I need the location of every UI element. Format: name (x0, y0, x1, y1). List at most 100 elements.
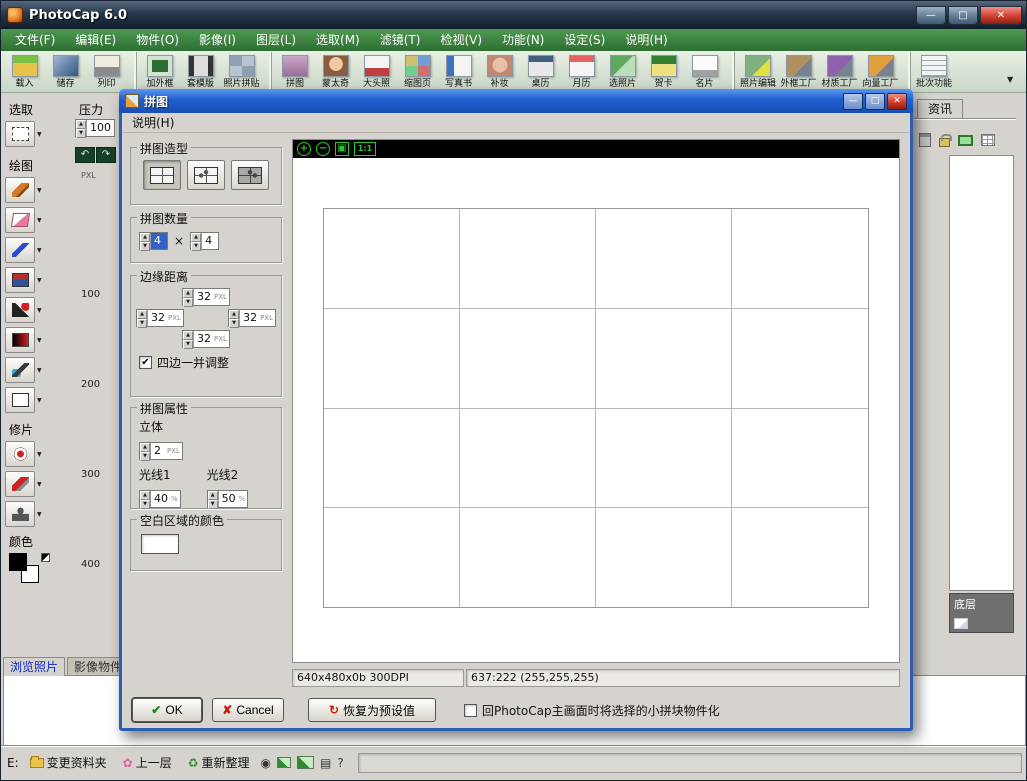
cutout-tool-button[interactable] (5, 501, 35, 527)
toolbar-item[interactable]: 写真书 (438, 52, 479, 89)
style-jigsaw-button[interactable] (187, 160, 225, 190)
spinner-up-icon[interactable]: ▲ (208, 491, 218, 500)
spinner-down-icon[interactable]: ▼ (183, 298, 193, 307)
toolbar-item[interactable]: 加外框 (136, 52, 180, 89)
toolbar-item[interactable]: 批次功能 (910, 52, 954, 89)
dialog-menu-help[interactable]: 说明(H) (128, 114, 178, 131)
edge-top-value[interactable]: 32 (194, 289, 214, 305)
object-list-panel[interactable] (949, 155, 1014, 591)
columns-spinner-arrows[interactable]: ▲▼ (140, 233, 151, 249)
cutout-dropdown-icon[interactable]: ▼ (37, 511, 42, 518)
light1-value[interactable]: 40 (151, 491, 171, 507)
pressure-spinner[interactable]: ▲▼ 100 (75, 119, 115, 137)
menubar-item[interactable]: 说明(H) (615, 29, 677, 51)
objectify-row[interactable]: 回PhotoCap主画面时将选择的小拼块物件化 (464, 702, 720, 719)
layers-grid-icon[interactable] (981, 134, 995, 146)
help-icon[interactable]: ? (337, 757, 343, 769)
edge-top-spinner[interactable]: ▲▼ 32 PXL (182, 288, 230, 306)
spinner-down-icon[interactable]: ▼ (191, 242, 201, 251)
objectify-checkbox[interactable] (464, 704, 477, 717)
stamp-tool-button[interactable] (5, 267, 35, 293)
rows-value[interactable]: 4 (202, 233, 218, 249)
edge-right-value[interactable]: 32 (240, 310, 260, 326)
menubar-item[interactable]: 物件(O) (126, 29, 189, 51)
edge-right-spinner[interactable]: ▲▼ 32 PXL (228, 309, 276, 327)
style-knob-button[interactable] (231, 160, 269, 190)
refresh-button[interactable]: ♻ 重新整理 (183, 751, 255, 774)
marquee-dropdown-icon[interactable]: ▼ (37, 131, 42, 138)
edge-bottom-value[interactable]: 32 (194, 331, 214, 347)
toolbar-item[interactable]: 缩图页 (397, 52, 438, 89)
spinner-up-icon[interactable]: ▲ (191, 233, 201, 242)
minimize-button[interactable]: — (916, 6, 946, 25)
ok-button[interactable]: ✔ OK (132, 698, 202, 722)
monitor-icon[interactable] (958, 135, 973, 146)
dialog-maximize-button[interactable]: □ (865, 93, 885, 110)
spinner-down-icon[interactable]: ▼ (140, 452, 150, 461)
marquee-tool[interactable]: ▼ (5, 121, 42, 147)
spinner-up-icon[interactable]: ▲ (76, 120, 86, 129)
redeye-dropdown-icon[interactable]: ▼ (37, 451, 42, 458)
maximize-button[interactable]: □ (948, 6, 978, 25)
eyedropper-dropdown-icon[interactable]: ▼ (37, 367, 42, 374)
menubar-item[interactable]: 编辑(E) (65, 29, 126, 51)
light1-arrows[interactable]: ▲▼ (140, 491, 151, 507)
thumbnail-small-icon[interactable] (277, 757, 291, 768)
brush-tool-button[interactable] (5, 177, 35, 203)
rows-spinner-arrows[interactable]: ▲▼ (191, 233, 202, 249)
spinner-down-icon[interactable]: ▼ (76, 129, 86, 138)
bottom-layer-item[interactable]: 底层 (949, 593, 1014, 633)
thumbnail-large-icon[interactable] (297, 756, 314, 769)
eraser-tool-button[interactable] (5, 207, 35, 233)
stamp-dropdown-icon[interactable]: ▼ (37, 277, 42, 284)
menubar-item[interactable]: 选取(M) (306, 29, 370, 51)
brush-dropdown-icon[interactable]: ▼ (37, 187, 42, 194)
cancel-button[interactable]: ✘ Cancel (212, 698, 284, 722)
shape-tool-button[interactable] (5, 387, 35, 413)
columns-spinner[interactable]: ▲▼ 4 (139, 232, 168, 250)
tab-browse-photos[interactable]: 浏览照片 (3, 657, 65, 676)
toolbar-item[interactable]: 选照片 (602, 52, 643, 89)
toolbar-item[interactable]: 列印 (86, 52, 127, 89)
spinner-down-icon[interactable]: ▼ (229, 319, 239, 328)
reset-defaults-button[interactable]: ↻ 恢复为预设值 (308, 698, 436, 722)
pen-dropdown-icon[interactable]: ▼ (37, 247, 42, 254)
pressure-value[interactable]: 100 (87, 120, 114, 136)
edge-right-arrows[interactable]: ▲▼ (229, 310, 240, 326)
default-colors-icon[interactable] (41, 553, 50, 562)
rows-spinner[interactable]: ▲▼ 4 (190, 232, 219, 250)
close-button[interactable]: ✕ (980, 6, 1022, 25)
dialog-minimize-button[interactable]: — (843, 93, 863, 110)
edge-left-value[interactable]: 32 (148, 310, 168, 326)
eye-icon[interactable]: ◉ (261, 757, 271, 769)
adjust-all-row[interactable]: ✔ 四边一并调整 (139, 354, 281, 371)
depth-spinner[interactable]: ▲▼ 2 PXL (139, 442, 183, 460)
depth-value[interactable]: 2 (151, 443, 167, 459)
fill-dropdown-icon[interactable]: ▼ (37, 307, 42, 314)
fill-tool-button[interactable] (5, 297, 35, 323)
light1-spinner[interactable]: ▲▼ 40 % (139, 490, 181, 508)
columns-value[interactable]: 4 (151, 233, 167, 249)
adjust-all-checkbox[interactable]: ✔ (139, 356, 152, 369)
foreground-color-swatch[interactable] (9, 553, 27, 571)
toolbar-item[interactable]: 材质工厂 (819, 52, 860, 89)
tab-info[interactable]: 资讯 (917, 99, 963, 118)
blank-color-swatch[interactable] (141, 534, 179, 554)
spinner-up-icon[interactable]: ▲ (137, 310, 147, 319)
light2-value[interactable]: 50 (219, 491, 239, 507)
menubar-item[interactable]: 功能(N) (492, 29, 554, 51)
preview-canvas[interactable] (293, 158, 899, 662)
up-level-button[interactable]: ✿ 上一层 (118, 751, 177, 774)
toolbar-item[interactable]: 大头照 (356, 52, 397, 89)
shape-dropdown-icon[interactable]: ▼ (37, 397, 42, 404)
style-grid-button[interactable] (143, 160, 181, 190)
redo-button[interactable]: ↷ (96, 147, 116, 163)
edge-top-arrows[interactable]: ▲▼ (183, 289, 194, 305)
toolbar-item[interactable]: 名片 (684, 52, 725, 89)
toolbar-item[interactable]: 套模版 (180, 52, 221, 89)
edge-left-arrows[interactable]: ▲▼ (137, 310, 148, 326)
pen-tool-button[interactable] (5, 237, 35, 263)
edge-bottom-arrows[interactable]: ▲▼ (183, 331, 194, 347)
makeup-tool-button[interactable] (5, 471, 35, 497)
menubar-item[interactable]: 图层(L) (246, 29, 306, 51)
